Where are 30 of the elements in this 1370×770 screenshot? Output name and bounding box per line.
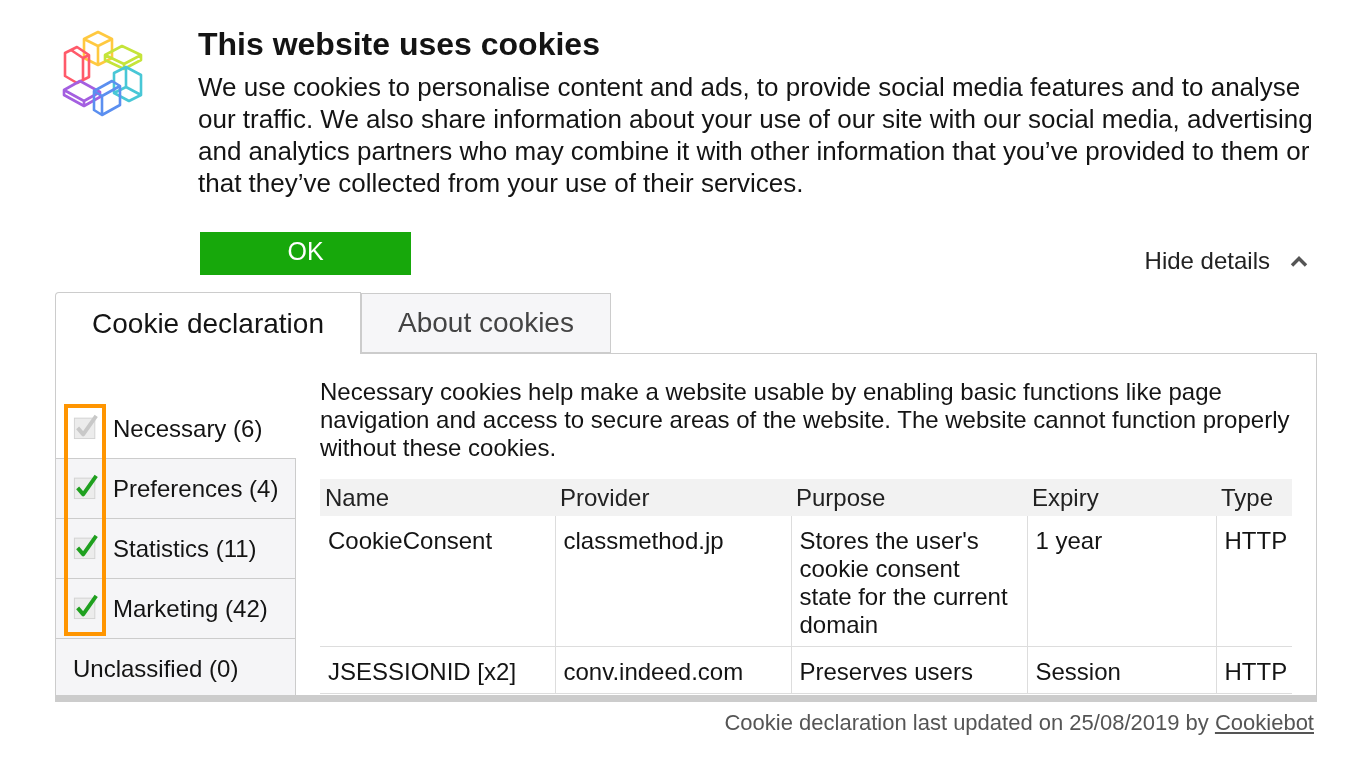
table-cell: conv.indeed.com xyxy=(555,646,791,694)
column-header: Expiry xyxy=(1027,479,1216,516)
table-cell: JSESSIONID [x2] xyxy=(320,646,555,694)
checkbox[interactable] xyxy=(73,533,99,560)
column-header: Purpose xyxy=(791,479,1027,516)
category-tab[interactable]: Marketing (42) xyxy=(56,578,296,638)
checkbox[interactable] xyxy=(73,473,99,500)
column-header: Type xyxy=(1216,479,1292,516)
cookiebot-link[interactable]: Cookiebot xyxy=(1214,710,1314,735)
category-tab[interactable]: Preferences (4) xyxy=(56,458,296,518)
table-cell: Session xyxy=(1027,646,1216,694)
checkbox[interactable] xyxy=(73,593,99,620)
table-cell: CookieConsent xyxy=(320,516,555,647)
tab[interactable]: Cookie declaration xyxy=(55,292,361,354)
table-cell: Stores the user's cookie consent state for the current domain xyxy=(791,516,1027,647)
tab[interactable]: About cookies xyxy=(361,293,611,353)
category-tab[interactable]: Unclassified (0) xyxy=(56,638,296,695)
category-description: Necessary cookies help make a website usable by enabling basic functions like page navigation and access to secure areas of the website. The website cannot function properly without these cookies. xyxy=(320,378,1291,462)
banner-text: We use cookies to personalise content and ads, to provide social media features and to analyse our traffic. We also share information about your use of our site with our social media, advertising and analytics partners who may combine it with other information that you’ve provided to them or that they’ve collected from your use of their services. xyxy=(198,71,1314,199)
table-cell: Preserves users xyxy=(791,646,1027,694)
table-cell: classmethod.jp xyxy=(555,516,791,647)
hide-details-toggle[interactable]: Hide details xyxy=(1144,247,1308,275)
table-cell: HTTP xyxy=(1216,516,1292,647)
category-tab[interactable]: Statistics (11) xyxy=(56,518,296,578)
table-cell: HTTP xyxy=(1216,646,1292,694)
column-header: Provider xyxy=(555,479,791,516)
footer-note: Cookie declaration last updated on 25/08/2019 by Cookiebot xyxy=(723,711,1314,735)
banner-title: This website uses cookies xyxy=(198,28,601,60)
table-cell: 1 year xyxy=(1027,516,1216,647)
column-header: Name xyxy=(320,479,555,516)
